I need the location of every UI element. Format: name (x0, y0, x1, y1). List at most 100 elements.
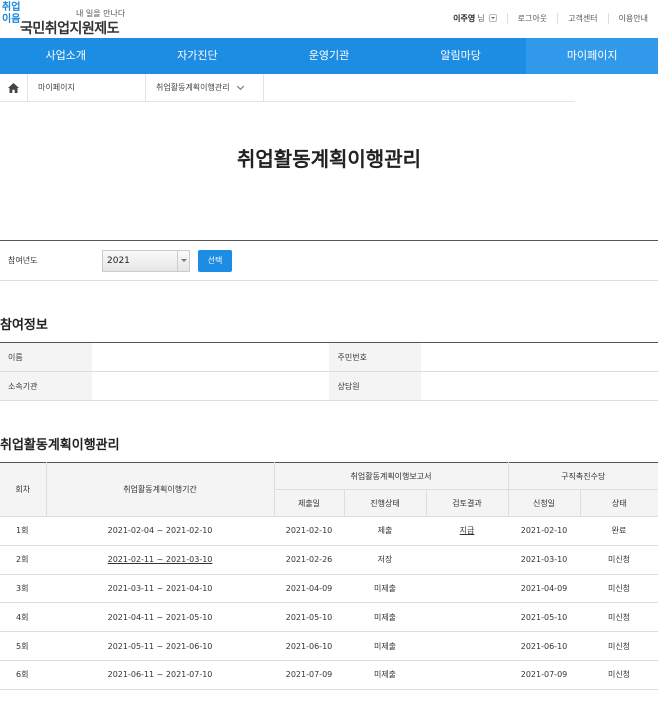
nav-operating-agency[interactable]: 운영기관 (263, 38, 395, 74)
progress-cell: 미제출 (344, 631, 426, 661)
logo-title: 국민취업지원제도 (20, 21, 120, 37)
period-cell: 2021-03-11 ~ 2021-04-10 (46, 574, 274, 604)
nav-business-intro[interactable]: 사업소개 (0, 38, 132, 74)
review-cell (426, 660, 508, 690)
year-label: 참여년도 (8, 256, 38, 265)
report-date-cell: 2021-04-09 (274, 574, 344, 604)
breadcrumb-level1-label: 마이페이지 (38, 83, 75, 92)
name-value (92, 343, 329, 371)
header-progress: 진행상태 (343, 489, 427, 517)
apply-date-cell: 2021-03-10 (508, 545, 580, 575)
main-nav: 사업소개 자가진단 운영기관 알림마당 마이페이지 (0, 38, 658, 74)
report-date-cell: 2021-06-10 (274, 631, 344, 661)
nav-notice[interactable]: 알림마당 (395, 38, 527, 74)
table-row: 6회 2021-06-11 ~ 2021-07-10 2021-07-09 미제… (0, 660, 658, 690)
status-cell: 미신청 (580, 631, 658, 661)
apply-date-cell: 2021-06-10 (508, 631, 580, 661)
period-cell: 2021-06-11 ~ 2021-07-10 (46, 660, 274, 690)
year-select-value: 2021 (107, 255, 130, 266)
top-header: 취업이음 내 일을 만나다 국민취업지원제도 이주영 님 로그아웃 고객센터 이… (0, 0, 658, 38)
review-cell (426, 602, 508, 633)
plan-table: 회차 취업활동계획이행기간 취업활동계획이행보고서 구직촉진수당 제출일 진행상… (0, 462, 658, 690)
period-cell: 2021-04-11 ~ 2021-05-10 (46, 602, 274, 633)
round-cell: 6회 (0, 660, 46, 690)
plan-section-title: 취업활동계획이행관리 (0, 438, 120, 453)
header-review: 검토결과 (425, 489, 509, 517)
table-row: 5회 2021-05-11 ~ 2021-06-10 2021-06-10 미제… (0, 631, 658, 661)
page-title: 취업활동계획이행관리 (237, 147, 421, 171)
year-filter: 참여년도 2021 선택 (0, 240, 658, 281)
header-report-date: 제출일 (274, 489, 345, 517)
round-cell: 4회 (0, 602, 46, 633)
info-row: 이름 주민번호 (0, 343, 658, 372)
chevron-down-icon (236, 82, 244, 90)
user-dropdown-icon[interactable] (488, 14, 497, 22)
round-cell: 3회 (0, 574, 46, 604)
header-status: 상태 (579, 489, 658, 517)
participation-table: 이름 주민번호 소속기관 상담원 (0, 342, 658, 401)
breadcrumb: 마이페이지 취업활동계획이행관리 (0, 74, 575, 102)
select-arrow-icon (177, 250, 189, 271)
agency-value (92, 372, 329, 400)
period-link[interactable]: 2021-02-11 ~ 2021-03-10 (46, 545, 274, 575)
breadcrumb-level1[interactable]: 마이페이지 (28, 74, 146, 101)
user-suffix: 님 (477, 13, 485, 23)
table-row: 4회 2021-04-11 ~ 2021-05-10 2021-05-10 미제… (0, 602, 658, 633)
period-cell: 2021-02-04 ~ 2021-02-10 (46, 516, 274, 546)
round-cell: 2회 (0, 545, 46, 575)
breadcrumb-level2[interactable]: 취업활동계획이행관리 (146, 74, 264, 101)
logout-link[interactable]: 로그아웃 (506, 12, 557, 24)
status-cell: 미신청 (580, 545, 658, 575)
table-row: 1회 2021-02-04 ~ 2021-02-10 2021-02-10 제출… (0, 516, 658, 546)
participation-title: 참여정보 (0, 318, 48, 333)
round-cell: 5회 (0, 631, 46, 661)
review-cell (426, 631, 508, 661)
id-number-value (421, 343, 658, 371)
id-number-label: 주민번호 (329, 343, 421, 371)
apply-date-cell: 2021-02-10 (508, 516, 580, 546)
report-date-cell: 2021-02-10 (274, 516, 344, 546)
status-cell: 미신청 (580, 660, 658, 690)
year-select[interactable]: 2021 (102, 249, 190, 272)
period-cell: 2021-05-11 ~ 2021-06-10 (46, 631, 274, 661)
apply-date-cell: 2021-05-10 (508, 602, 580, 633)
header-period: 취업활동계획이행기간 (45, 462, 275, 517)
report-date-cell: 2021-07-09 (274, 660, 344, 690)
home-button[interactable] (0, 74, 28, 101)
status-cell: 미신청 (580, 602, 658, 633)
select-button[interactable]: 선택 (198, 249, 232, 272)
header-report: 취업활동계획이행보고서 (273, 462, 509, 490)
agency-label: 소속기관 (0, 372, 93, 400)
nav-mypage[interactable]: 마이페이지 (526, 38, 658, 74)
home-icon (8, 82, 19, 93)
logo-mark: 취업이음 (2, 2, 21, 25)
counselor-label: 상담원 (329, 372, 421, 400)
info-row: 소속기관 상담원 (0, 372, 658, 401)
apply-date-cell: 2021-07-09 (508, 660, 580, 690)
name-label: 이름 (0, 343, 93, 371)
review-cell (426, 545, 508, 575)
report-date-cell: 2021-05-10 (274, 602, 344, 633)
nav-self-diagnosis[interactable]: 자가진단 (132, 38, 264, 74)
customer-center-link[interactable]: 고객센터 (557, 12, 607, 24)
review-cell (426, 574, 508, 604)
header-allowance: 구직촉진수당 (507, 462, 658, 490)
user-name: 이주영 (453, 13, 476, 23)
header-round: 회차 (0, 462, 47, 517)
progress-cell: 미제출 (344, 660, 426, 690)
progress-cell: 미제출 (344, 602, 426, 633)
report-date-cell: 2021-02-26 (274, 545, 344, 575)
utility-menu: 이주영 님 로그아웃 고객센터 이용안내 (453, 12, 658, 24)
round-cell: 1회 (0, 516, 46, 546)
user-menu[interactable]: 이주영 님 (453, 13, 506, 24)
review-link[interactable]: 지급 (426, 516, 508, 546)
status-cell: 미신청 (580, 574, 658, 604)
usage-guide-link[interactable]: 이용안내 (607, 12, 658, 24)
status-cell: 완료 (580, 516, 658, 546)
breadcrumb-level2-label: 취업활동계획이행관리 (156, 83, 230, 92)
table-row: 3회 2021-03-11 ~ 2021-04-10 2021-04-09 미제… (0, 574, 658, 604)
site-logo[interactable]: 취업이음 내 일을 만나다 국민취업지원제도 (2, 2, 132, 37)
progress-cell: 저장 (344, 545, 426, 575)
table-row: 2회 2021-02-11 ~ 2021-03-10 2021-02-26 저장… (0, 545, 658, 575)
apply-date-cell: 2021-04-09 (508, 574, 580, 604)
